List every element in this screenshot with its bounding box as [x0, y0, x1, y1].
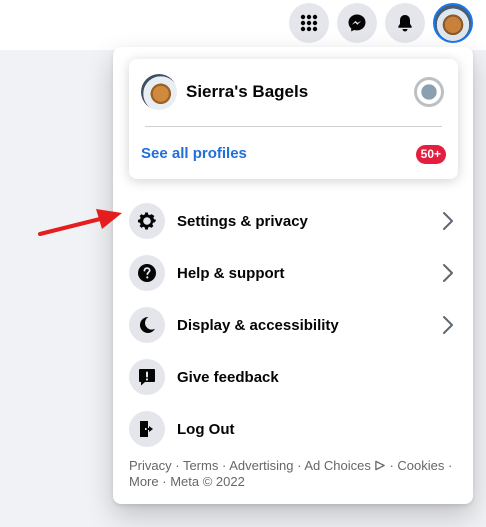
chevron-right-icon: [443, 316, 453, 334]
menu-item-display-accessibility[interactable]: Display & accessibility: [129, 303, 459, 347]
menu-grid-icon: [300, 14, 318, 32]
notifications-bell-icon: [398, 15, 412, 32]
menu-label: Help & support: [177, 264, 285, 282]
logout-icon-circle: [129, 411, 165, 447]
footer-more-link[interactable]: More: [129, 474, 159, 489]
profile-avatar: [141, 74, 177, 110]
ad-choices-icon: [375, 460, 385, 471]
footer-ad-choices-link[interactable]: Ad Choices: [304, 458, 370, 473]
menu-item-give-feedback[interactable]: Give feedback: [129, 355, 459, 399]
gear-icon-circle: [129, 203, 165, 239]
gear-icon: [138, 212, 156, 230]
feedback-icon-circle: [129, 359, 165, 395]
question-icon-circle: [129, 255, 165, 291]
moon-icon-circle: [129, 307, 165, 343]
profile-name: Sierra's Bagels: [186, 82, 309, 101]
account-avatar[interactable]: [433, 3, 473, 43]
moon-icon: [139, 316, 155, 333]
messenger-button[interactable]: [337, 3, 377, 43]
annotation-arrow: [38, 209, 122, 236]
footer-advertising-link[interactable]: Advertising: [229, 458, 293, 473]
menu-button[interactable]: [289, 3, 329, 43]
menu-label: Display & accessibility: [177, 316, 339, 334]
messenger-icon: [348, 14, 366, 32]
current-profile-row[interactable]: Sierra's Bagels: [141, 73, 446, 111]
logout-icon: [140, 421, 153, 437]
menu-label: Give feedback: [177, 368, 279, 386]
footer-meta-copyright: Meta © 2022: [170, 474, 245, 489]
feedback-icon: [139, 369, 155, 386]
see-all-profiles-link[interactable]: See all profiles: [141, 145, 247, 162]
menu-label: Settings & privacy: [177, 212, 308, 230]
footer-terms-link[interactable]: Terms: [183, 458, 218, 473]
footer-links: Privacy · Terms · Advertising · Ad Choic…: [129, 458, 453, 489]
profile-card: Sierra's Bagels See all profiles 50+: [129, 59, 458, 179]
account-dropdown-menu: Sierra's Bagels See all profiles 50+ Set…: [113, 47, 473, 504]
menu-label: Log Out: [177, 420, 235, 438]
footer-cookies-link[interactable]: Cookies: [397, 458, 444, 473]
top-navigation-bar: [0, 0, 486, 50]
profile-divider: [145, 126, 442, 127]
notifications-button[interactable]: [385, 3, 425, 43]
menu-item-help-support[interactable]: Help & support: [129, 251, 459, 295]
menu-item-log-out[interactable]: Log Out: [129, 407, 459, 451]
footer-privacy-link[interactable]: Privacy: [129, 458, 172, 473]
menu-item-settings-privacy[interactable]: Settings & privacy: [129, 199, 459, 243]
profiles-count-badge: 50+: [415, 145, 446, 164]
question-icon: [138, 264, 156, 282]
chevron-right-icon: [443, 264, 453, 282]
chevron-right-icon: [443, 212, 453, 230]
switch-profile-icon[interactable]: [414, 77, 444, 107]
